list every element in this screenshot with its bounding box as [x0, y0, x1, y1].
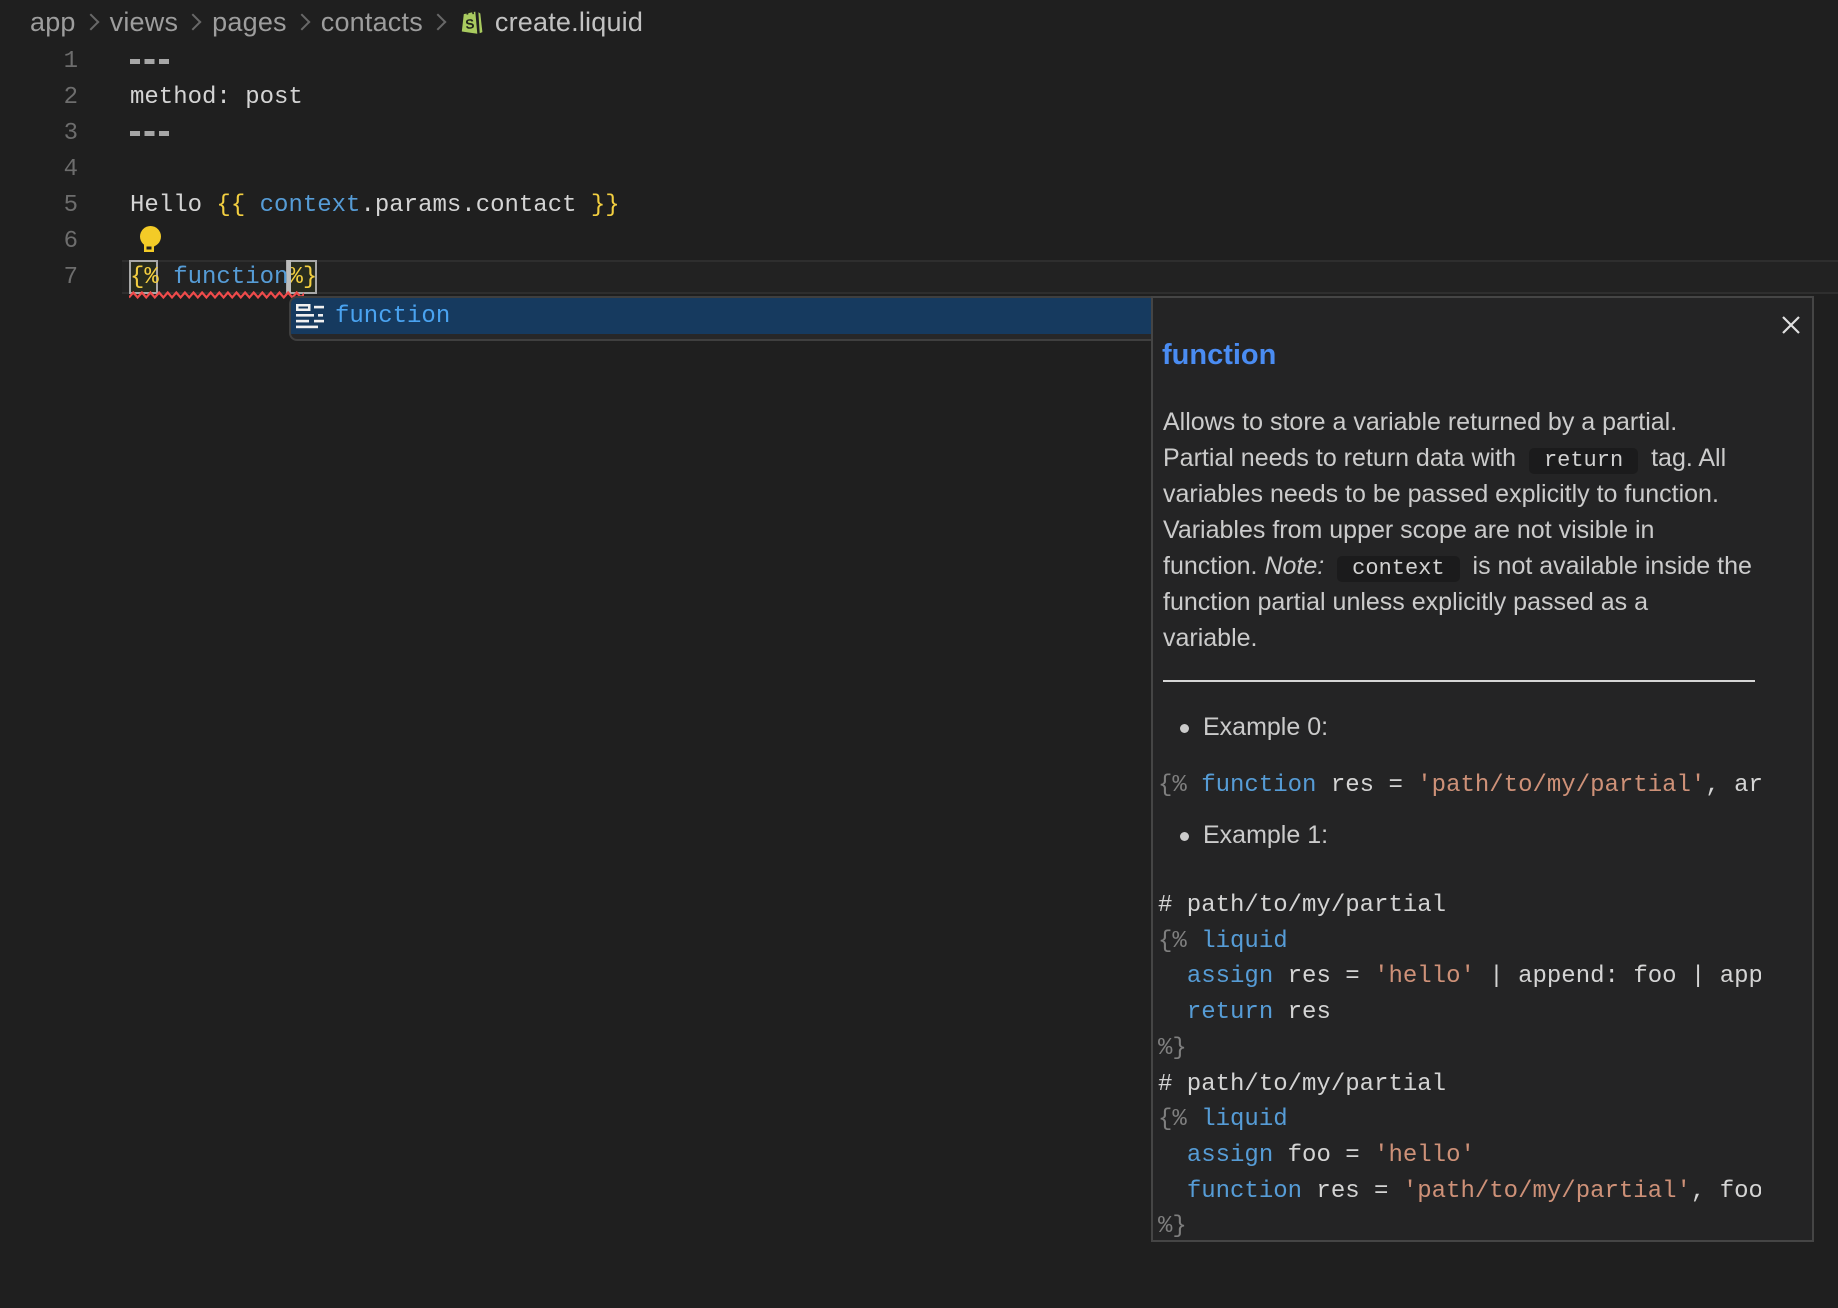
svg-text:S: S: [465, 16, 475, 32]
